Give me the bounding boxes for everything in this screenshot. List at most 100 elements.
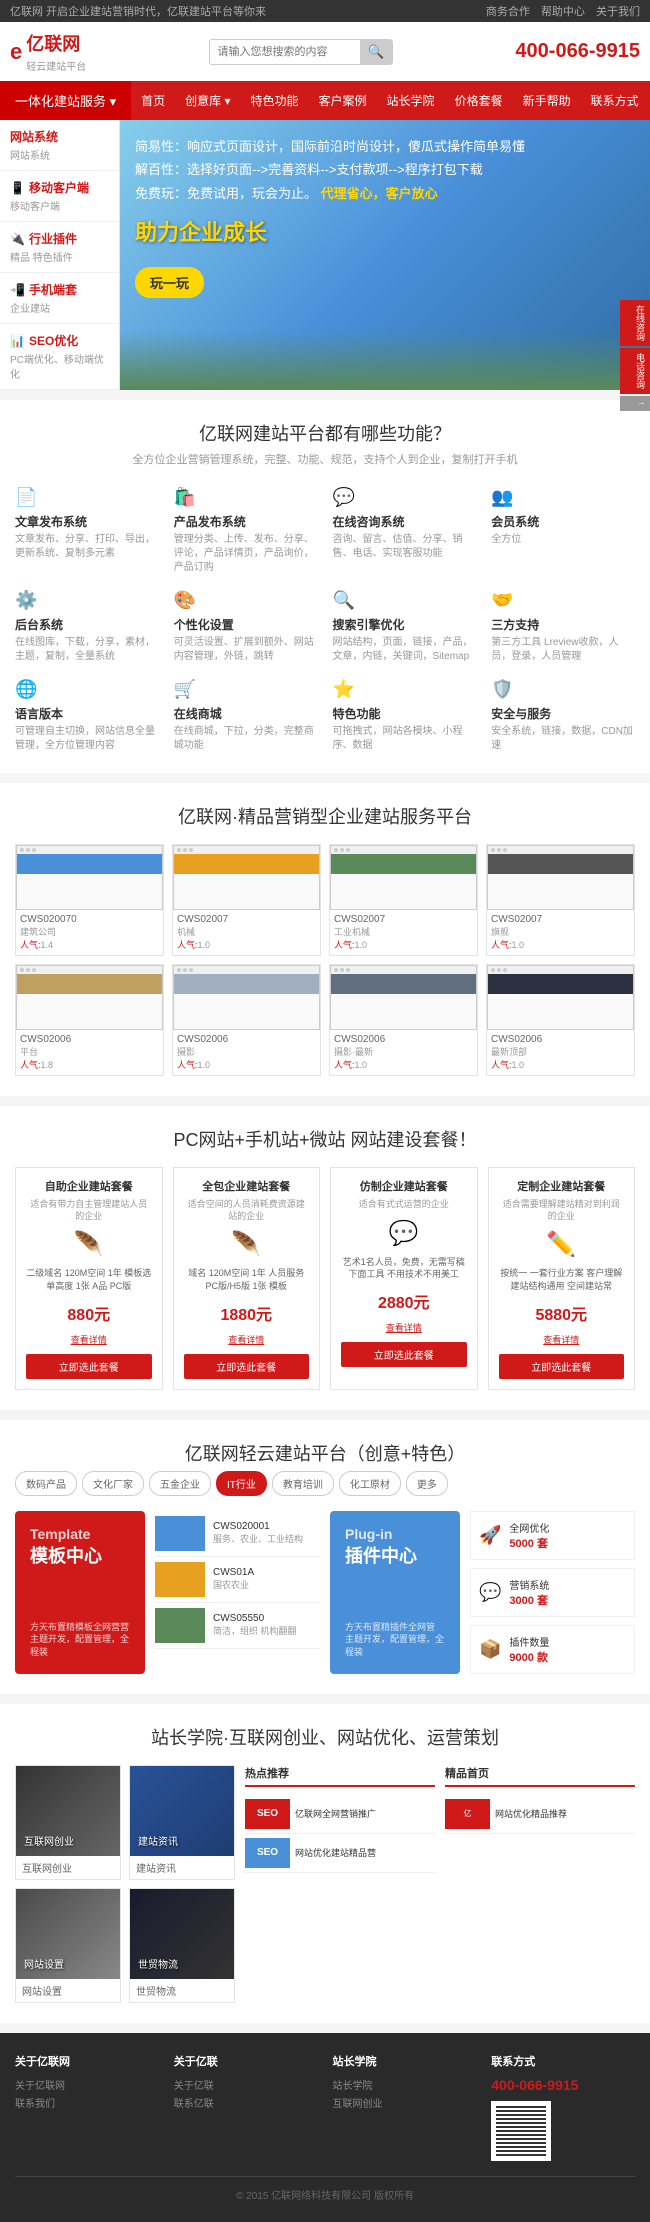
stat-count-1: 5000 套 — [509, 1535, 549, 1551]
template-card-4[interactable]: CWS02007 旗舰 人气:1.0 — [486, 844, 635, 956]
nav-dropdown[interactable]: 一体化建站服务 ▾ — [0, 81, 131, 120]
template-card-6[interactable]: CWS02006 摄影 人气:1.0 — [172, 964, 321, 1076]
footer-link-academy[interactable]: 站长学院 — [333, 2077, 477, 2092]
qr-code — [491, 2101, 551, 2161]
sidebar-item-plugin[interactable]: 🔌 行业插件 精品 特色插件 — [0, 222, 119, 273]
pricing-btn-2[interactable]: 立即选此套餐 — [184, 1354, 310, 1379]
sidebar-item-website[interactable]: 网站系统 网站系统 — [0, 120, 119, 171]
template-preview-4 — [487, 845, 634, 910]
footer-col-title-1: 关于亿联网 — [15, 2053, 159, 2069]
footer-link-contact-2[interactable]: 联系亿联 — [174, 2095, 318, 2110]
pricing-btn-3[interactable]: 立即选此套餐 — [341, 1342, 467, 1367]
feature-special-desc: 可拖拽式，网站各模块、小程序、数据 — [333, 725, 477, 753]
float-sidebar: 在线咨询 电话咨询 ↑ — [620, 300, 650, 413]
nav-creative[interactable]: 创意库 ▾ — [175, 82, 240, 119]
premium-item-1[interactable]: 亿 网站优化精品推荐 — [445, 1795, 635, 1834]
platform-tab-0[interactable]: 数码产品 — [15, 1471, 77, 1496]
platform-tab-2[interactable]: 五金企业 — [149, 1471, 211, 1496]
stat-icon-3: 📦 — [479, 1639, 501, 1660]
footer-link-about[interactable]: 关于亿联网 — [15, 2077, 159, 2092]
template-card-1[interactable]: CWS020070 建筑公司 人气:1.4 — [15, 844, 164, 956]
feature-lang-icon: 🌐 — [15, 679, 159, 700]
pricing-detail-2[interactable]: 查看详情 — [184, 1333, 310, 1346]
academy-card-4[interactable]: 世贸物流 世贸物流 — [129, 1888, 235, 2003]
nav-features[interactable]: 特色功能 — [241, 82, 309, 119]
nav-academy[interactable]: 站长学院 — [377, 82, 445, 119]
top-link-cooperation[interactable]: 商务合作 — [486, 6, 530, 18]
academy-caption-1: 互联网创业 — [16, 1856, 120, 1879]
template-list-item-2[interactable]: CWS01A 国农农业 — [155, 1557, 320, 1603]
rec-thumb-2: SEO — [245, 1838, 290, 1868]
rec-item-2[interactable]: SEO 网站优化建站精品营 — [245, 1834, 435, 1873]
pricing-title: PC网站+手机站+微站 网站建设套餐！ — [15, 1126, 635, 1152]
nav-contact[interactable]: 联系方式 — [581, 82, 649, 119]
template-name-2: CWS02007 — [177, 914, 316, 925]
academy-card-1[interactable]: 互联网创业 互联网创业 — [15, 1765, 121, 1880]
footer-bottom: © 2015 亿联网络科技有限公司 版权所有 — [15, 2176, 635, 2202]
pricing-desc-4: 适合需要理解建站精对到利润的企业 — [499, 1199, 625, 1222]
platform-tab-5[interactable]: 化工原材 — [339, 1471, 401, 1496]
hero-big-text: 助力企业成长 — [135, 215, 635, 247]
footer-link-entrepreneur[interactable]: 互联网创业 — [333, 2095, 477, 2110]
feature-thirdparty: 🤝 三方支持 第三方工具 Lreview收款，人员，登录，人员管理 — [491, 590, 635, 664]
feature-shop: 🛒 在线商城 在线商城，下拉，分类，完整商城功能 — [174, 679, 318, 753]
pricing-detail-1[interactable]: 查看详情 — [26, 1333, 152, 1346]
hero-road — [120, 330, 650, 390]
template-card-3[interactable]: CWS02007 工业机械 人气:1.0 — [329, 844, 478, 956]
template-name-1: CWS020070 — [20, 914, 159, 925]
feature-articles-desc: 文章发布、分享、打印、导出，更新系统、复制多元素 — [15, 533, 159, 561]
sidebar-item-seo[interactable]: 📊 SEO优化 PC端优化、移动端优化 — [0, 324, 119, 390]
pricing-title-4: 定制企业建站套餐 — [499, 1178, 625, 1194]
feature-articles-name: 文章发布系统 — [15, 513, 159, 530]
footer-col-3: 站长学院 站长学院 互联网创业 — [333, 2053, 477, 2161]
search-input[interactable] — [210, 42, 360, 62]
template-card-7[interactable]: CWS02006 摄影·最新 人气:1.0 — [329, 964, 478, 1076]
template-card-2[interactable]: CWS02007 机械 人气:1.0 — [172, 844, 321, 956]
float-phone[interactable]: 电话咨询 — [620, 348, 650, 394]
academy-card-3[interactable]: 网站设置 网站设置 — [15, 1888, 121, 2003]
rec-columns: 热点推荐 SEO 亿联网全网营销推广 SEO 网站优化建站精品营 — [245, 1765, 635, 1873]
features-sub: 全方位企业营销管理系统，完整、功能、规范，支持个人到企业，复制打开手机 — [15, 451, 635, 467]
top-link-about[interactable]: 关于我们 — [596, 6, 640, 18]
platform-tab-1[interactable]: 文化厂家 — [82, 1471, 144, 1496]
pricing-detail-3[interactable]: 查看详情 — [341, 1321, 467, 1334]
sidebar-item-phone[interactable]: 📲 手机端套 企业建站 — [0, 273, 119, 324]
search-button[interactable]: 🔍 — [360, 40, 393, 64]
sidebar-item-mobile[interactable]: 📱 移动客户端 移动客户端 — [0, 171, 119, 222]
float-top[interactable]: ↑ — [620, 396, 650, 411]
template-heat-3: 人气: — [334, 940, 355, 950]
pricing-detail-4[interactable]: 查看详情 — [499, 1333, 625, 1346]
pricing-card-1: 自助企业建站套餐 适合有带力自主管理建站人员的企业 🪶 二级域名 120M空间 … — [15, 1167, 163, 1390]
rec-item-1[interactable]: SEO 亿联网全网营销推广 — [245, 1795, 435, 1834]
academy-card-2[interactable]: 建站资讯 建站资讯 — [129, 1765, 235, 1880]
nav-home[interactable]: 首页 — [131, 82, 175, 119]
template-banner-cn: 模板中心 — [30, 1542, 130, 1568]
pricing-btn-4[interactable]: 立即选此套餐 — [499, 1354, 625, 1379]
platform-tab-3[interactable]: IT行业 — [216, 1471, 267, 1496]
template-card-8[interactable]: CWS02006 最新顶部 人气:1.0 — [486, 964, 635, 1076]
template-card-5[interactable]: CWS02006 平台 人气:1.8 — [15, 964, 164, 1076]
footer: 关于亿联网 关于亿联网 联系我们 关于亿联 关于亿联 联系亿联 站长学院 站长学… — [0, 2033, 650, 2222]
academy-caption-2: 建站资讯 — [130, 1856, 234, 1879]
nav-cases[interactable]: 客户案例 — [309, 82, 377, 119]
academy-caption-4: 世贸物流 — [130, 1979, 234, 2002]
platform-tab-more[interactable]: 更多 — [406, 1471, 448, 1496]
pricing-btn-1[interactable]: 立即选此套餐 — [26, 1354, 152, 1379]
template-list-item-1[interactable]: CWS020001 服务、农业、工业结构 — [155, 1511, 320, 1557]
sidebar: 网站系统 网站系统 📱 移动客户端 移动客户端 🔌 行业插件 精品 特色插件 📲… — [0, 120, 120, 390]
template-heat-7: 人气: — [334, 1060, 355, 1070]
logo-name: 亿联网 — [26, 34, 80, 54]
footer-link-contact[interactable]: 联系我们 — [15, 2095, 159, 2110]
pricing-card-4: 定制企业建站套餐 适合需要理解建站精对到利润的企业 ✏️ 按统一 一套行业方案 … — [488, 1167, 636, 1390]
nav-help[interactable]: 新手帮助 — [513, 82, 581, 119]
platform-tab-4[interactable]: 教育培训 — [272, 1471, 334, 1496]
template-list-item-3[interactable]: CWS05550 简洁，组织 机构翻翻 — [155, 1603, 320, 1649]
nav-pricing[interactable]: 价格套餐 — [445, 82, 513, 119]
hero-play-btn[interactable]: 玩一玩 — [135, 267, 204, 298]
template-thumb-1 — [155, 1516, 205, 1551]
top-link-help[interactable]: 帮助中心 — [541, 6, 585, 18]
pricing-price-2: 1880元 — [184, 1301, 310, 1325]
sidebar-sub-mobile: 移动客户端 — [10, 198, 109, 213]
footer-link-about-2[interactable]: 关于亿联 — [174, 2077, 318, 2092]
float-consult[interactable]: 在线咨询 — [620, 300, 650, 346]
